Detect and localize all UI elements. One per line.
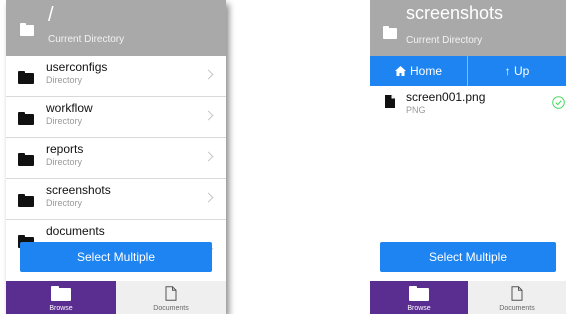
left-screen: / Current Directory userconfigs Director… [6, 0, 226, 314]
tab-browse[interactable]: Browse [6, 281, 116, 314]
item-type: Directory [46, 75, 83, 85]
up-label: ↑ Up [504, 64, 530, 78]
select-multiple-button[interactable]: Select Multiple [380, 242, 556, 272]
file-type: PNG [406, 105, 426, 115]
folder-icon [18, 112, 34, 125]
file-name: screen001.png [406, 90, 486, 104]
tab-label: Documents [499, 305, 535, 312]
tab-bar: Browse Documents [370, 281, 566, 314]
list-item-file[interactable]: screen001.png PNG [370, 86, 566, 126]
home-button[interactable]: Home [370, 56, 468, 86]
tab-browse[interactable]: Browse [370, 281, 468, 314]
list-item-reports[interactable]: reports Directory [6, 138, 226, 179]
home-icon [394, 66, 406, 76]
tab-label: Documents [153, 305, 189, 312]
chevron-right-icon [203, 192, 214, 203]
item-name: workflow [46, 101, 93, 115]
folder-icon [18, 153, 34, 166]
folder-icon [51, 286, 71, 301]
document-icon [385, 95, 395, 108]
directory-header: / Current Directory [6, 0, 226, 56]
check-circle-icon [552, 96, 565, 109]
folder-icon [18, 71, 34, 84]
item-name: reports [46, 142, 84, 156]
list-item-screenshots[interactable]: screenshots Directory [6, 179, 226, 220]
navigation-bar: Home ↑ Up [370, 56, 566, 86]
document-icon [165, 286, 177, 301]
list-item-userconfigs[interactable]: userconfigs Directory [6, 56, 226, 97]
tab-documents[interactable]: Documents [116, 281, 226, 314]
up-button[interactable]: ↑ Up [468, 56, 566, 86]
item-type: Directory [46, 157, 83, 167]
select-multiple-button[interactable]: Select Multiple [20, 242, 212, 272]
folder-icon [18, 194, 34, 207]
tab-bar: Browse Documents [6, 281, 226, 314]
directory-header: screenshots Current Directory [370, 0, 566, 56]
folder-icon [383, 26, 397, 39]
home-label: Home [409, 64, 442, 78]
folder-icon [409, 286, 429, 301]
tab-label: Browse [407, 305, 431, 312]
directory-title: screenshots [406, 3, 504, 23]
chevron-right-icon [203, 151, 214, 162]
directory-subtitle: Current Directory [406, 35, 483, 46]
directory-list: userconfigs Directory workflow Directory… [6, 56, 226, 260]
item-name: documents [46, 224, 105, 238]
folder-icon [20, 23, 34, 36]
item-name: screenshots [46, 183, 111, 197]
item-name: userconfigs [46, 60, 108, 74]
item-type: Directory [46, 198, 83, 208]
tab-label: Browse [49, 305, 73, 312]
chevron-right-icon [203, 110, 214, 121]
directory-subtitle: Current Directory [48, 34, 125, 45]
right-screen: screenshots Current Directory Home ↑ Up … [370, 0, 566, 314]
document-icon [511, 286, 523, 301]
directory-title: / [48, 4, 54, 26]
tab-documents[interactable]: Documents [468, 281, 566, 314]
item-type: Directory [46, 116, 83, 126]
list-item-workflow[interactable]: workflow Directory [6, 97, 226, 138]
chevron-right-icon [203, 69, 214, 80]
